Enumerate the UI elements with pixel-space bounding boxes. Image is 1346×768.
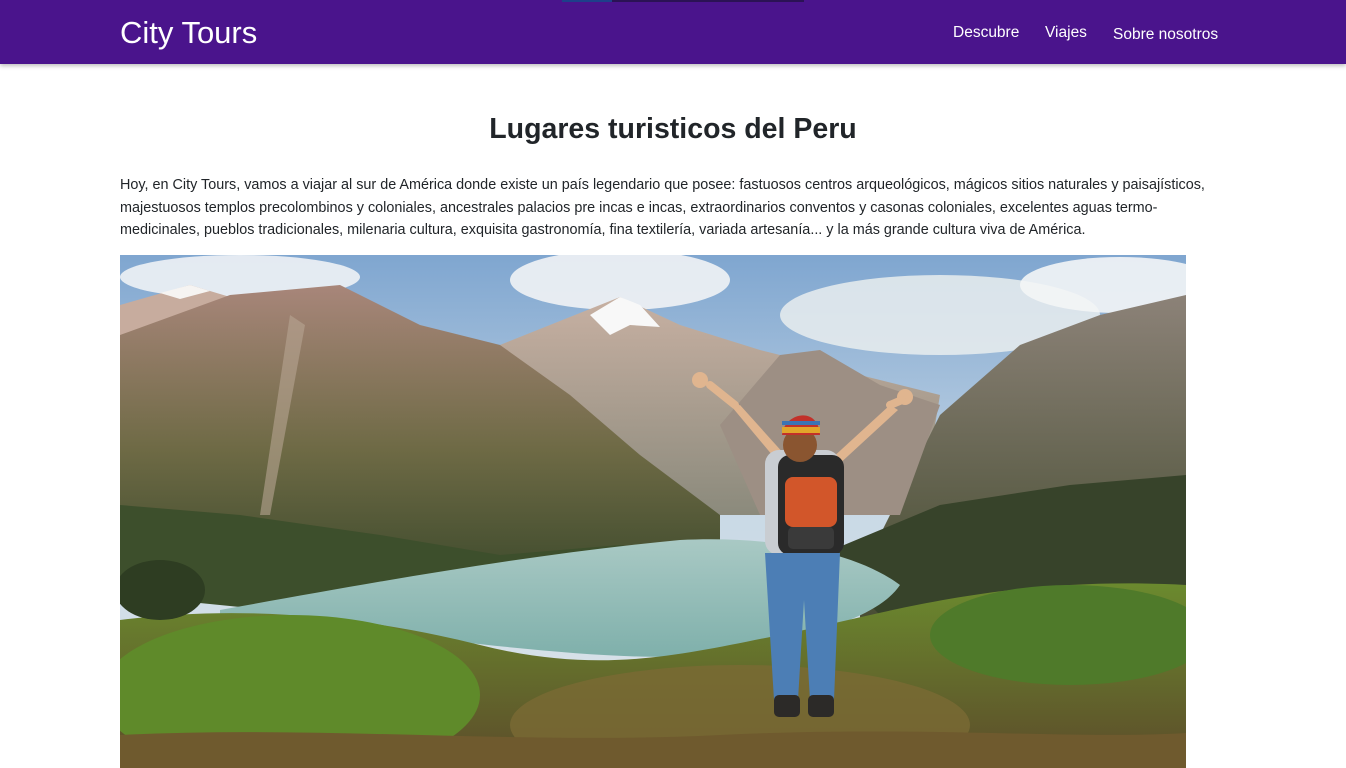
nav-link-descubre[interactable]: Descubre: [953, 23, 1019, 43]
hero-photo-illustration: [120, 255, 1186, 768]
nav-link-viajes[interactable]: Viajes: [1045, 23, 1087, 43]
navbar-top-accent-line: [562, 0, 804, 2]
nav-link-sobre-nosotros[interactable]: Sobre nosotros: [1113, 25, 1218, 45]
brand-logo-link[interactable]: City Tours: [120, 13, 257, 53]
top-navbar: City Tours Descubre Viajes Sobre nosotro…: [0, 0, 1346, 64]
page-title: Lugares turisticos del Peru: [489, 113, 857, 145]
hero-image: [120, 255, 1186, 768]
intro-paragraph: Hoy, en City Tours, vamos a viajar al su…: [120, 177, 1205, 238]
